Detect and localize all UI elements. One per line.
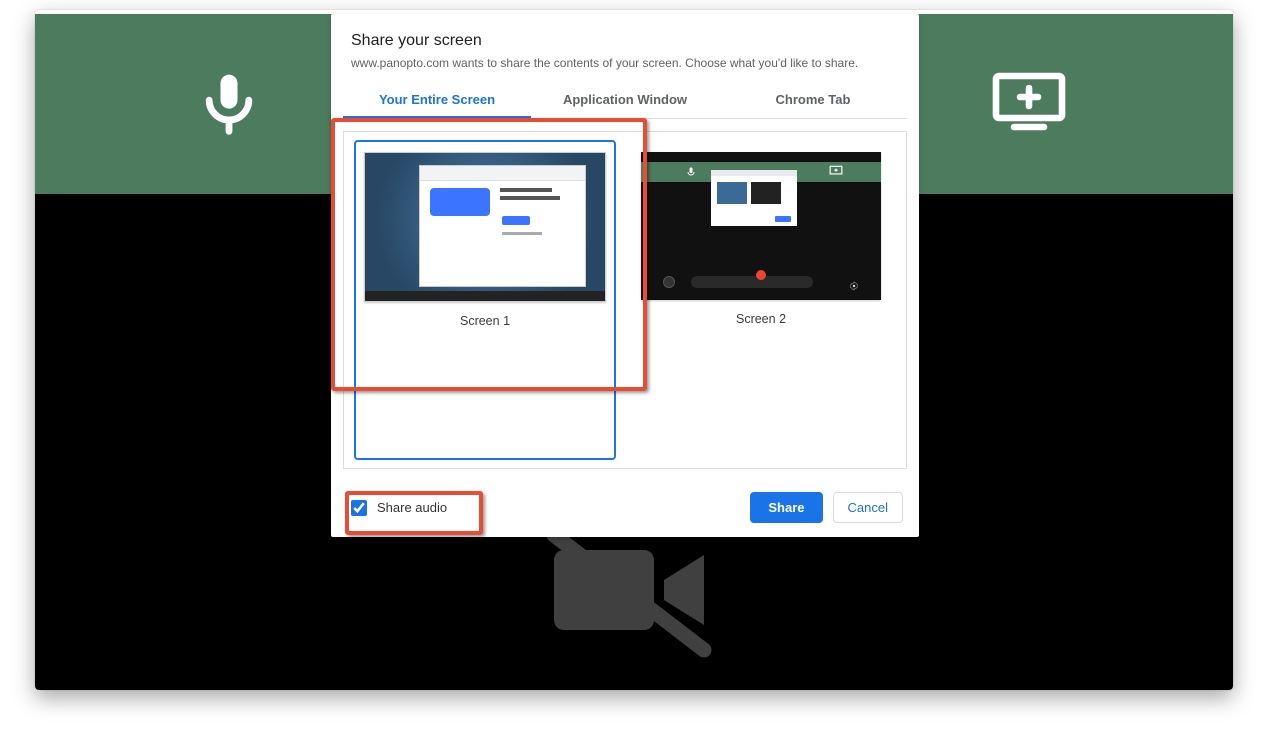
share-screen-dialog: Share your screen www.panopto.com wants …	[331, 14, 919, 537]
share-button[interactable]: Share	[750, 492, 822, 523]
tab-application-window[interactable]: Application Window	[531, 82, 719, 118]
cancel-button[interactable]: Cancel	[833, 492, 903, 523]
screen-2-label: Screen 2	[632, 312, 890, 326]
tab-chrome-tab[interactable]: Chrome Tab	[719, 82, 907, 118]
screen-option-1[interactable]: Screen 1	[356, 142, 614, 458]
microphone-icon[interactable]	[195, 69, 263, 142]
screen-1-label: Screen 1	[356, 314, 614, 328]
add-screen-icon[interactable]	[990, 69, 1068, 142]
share-audio-label: Share audio	[377, 500, 447, 515]
thumb-gear-icon	[849, 278, 859, 288]
tabs: Your Entire Screen Application Window Ch…	[343, 82, 907, 119]
app-window: Share your screen www.panopto.com wants …	[35, 10, 1233, 690]
dialog-title: Share your screen	[331, 14, 919, 54]
screen-option-2[interactable]: Screen 2	[632, 142, 890, 458]
share-audio-checkbox[interactable]	[351, 500, 367, 516]
dialog-subtitle: www.panopto.com wants to share the conte…	[331, 54, 919, 82]
dialog-footer: Share audio Share Cancel	[331, 482, 919, 537]
thumb-mic-icon	[685, 165, 697, 183]
screens-list: Screen 1	[343, 131, 907, 469]
screen-2-thumbnail	[641, 152, 881, 300]
screen-1-thumbnail	[364, 152, 606, 302]
muted-video-icon	[534, 515, 734, 670]
tab-entire-screen[interactable]: Your Entire Screen	[343, 82, 531, 118]
thumb-screen-icon	[829, 164, 843, 182]
